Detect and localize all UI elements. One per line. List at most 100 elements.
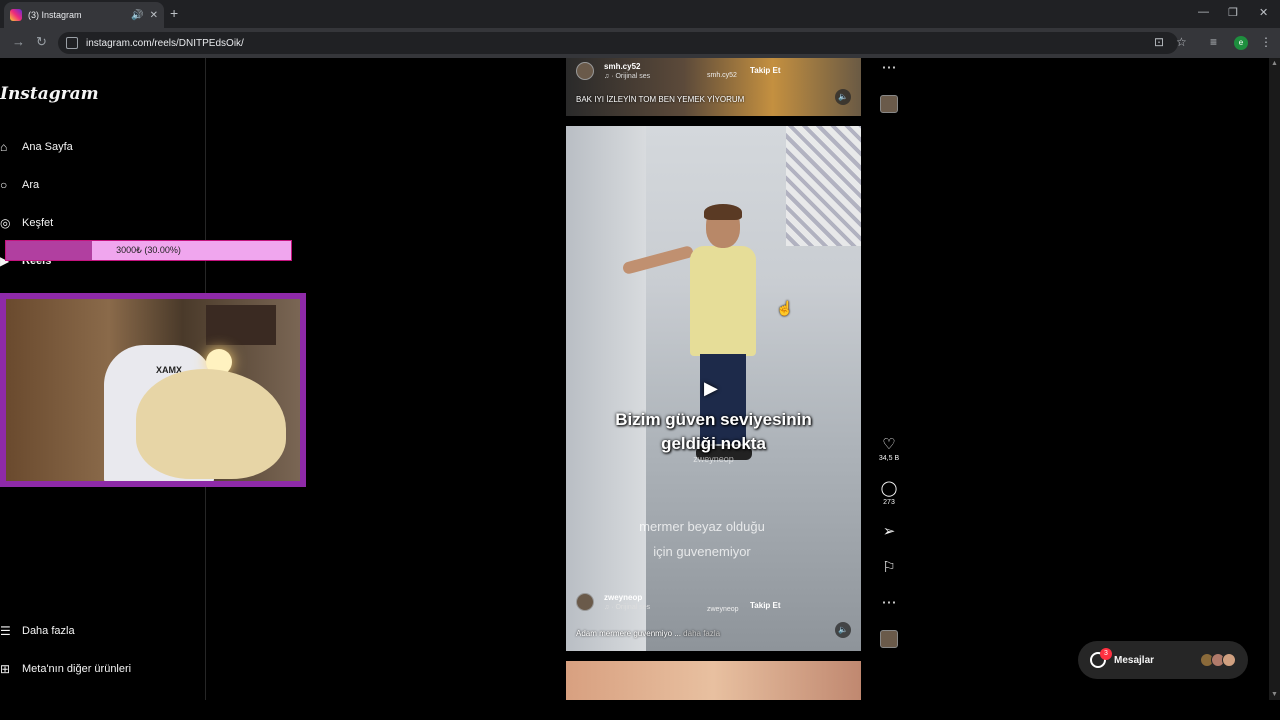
follow-button[interactable]: Takip Et bbox=[750, 66, 781, 75]
reload-icon[interactable]: ↻ bbox=[36, 34, 47, 50]
browser-menu-icon[interactable]: ⋮ bbox=[1260, 35, 1272, 49]
browser-tabbar: (3) Instagram 🔊 ✕ + — ❐ ✕ bbox=[0, 0, 1280, 28]
reel-author: smh.cy52 ♫ · Orijinal ses bbox=[576, 62, 650, 80]
home-icon: ⌂ bbox=[0, 140, 8, 154]
mute-icon[interactable]: 🔈 bbox=[835, 622, 851, 638]
streamer-figure bbox=[136, 369, 286, 479]
messenger-icon: 3 bbox=[1090, 648, 1112, 668]
more-options-icon[interactable]: ⋯ bbox=[876, 595, 902, 611]
media-controls-icon[interactable]: ≡ bbox=[1210, 35, 1217, 49]
bookmark-star-icon[interactable]: ☆ bbox=[1176, 35, 1187, 49]
like-button[interactable]: ♡ 34,5 B bbox=[876, 437, 902, 463]
forward-icon[interactable]: → bbox=[12, 34, 25, 49]
install-app-icon[interactable]: ⊡ bbox=[1154, 35, 1164, 49]
scroll-up-icon[interactable]: ▲ bbox=[1271, 60, 1278, 67]
messages-label: Mesajlar bbox=[1114, 654, 1155, 666]
site-info-icon[interactable] bbox=[66, 37, 78, 49]
audio-label-text: · Orijinal ses bbox=[611, 604, 651, 611]
profile-avatar[interactable]: e bbox=[1234, 36, 1248, 50]
video-caption-small: mermer beyaz olduğu için guvenemiyor bbox=[566, 514, 838, 564]
search-icon: ○ bbox=[0, 178, 8, 192]
messages-button[interactable]: 3 Mesajlar bbox=[1078, 641, 1248, 679]
message-avatars bbox=[1200, 653, 1236, 667]
audio-thumbnail[interactable] bbox=[880, 95, 898, 113]
audio-username: smh.cy52 bbox=[707, 72, 737, 79]
reel-description: Adam mermere guvenmiyo ... daha fazla bbox=[576, 629, 720, 638]
comment-icon: ◯ bbox=[880, 480, 898, 497]
menu-icon: ☰ bbox=[0, 624, 11, 638]
sidebar-item-label: Daha fazla bbox=[22, 625, 75, 637]
sidebar-item-more[interactable]: ☰ Daha fazla bbox=[0, 624, 75, 638]
share-button[interactable]: ➢ bbox=[876, 524, 902, 540]
instagram-logo[interactable]: Instagram bbox=[0, 84, 99, 104]
audio-playing-icon[interactable]: 🔊 bbox=[131, 10, 143, 21]
video-watermark: zweyneop bbox=[693, 454, 734, 464]
play-icon[interactable]: ▶ bbox=[704, 378, 718, 399]
goal-text: 3000₺ (30.00%) bbox=[116, 245, 181, 255]
reel-card-current[interactable]: ▶ Bizim güven seviyesinin geldiği nokta … bbox=[566, 126, 861, 651]
close-window-icon[interactable]: ✕ bbox=[1259, 6, 1268, 19]
url-bar[interactable]: instagram.com/reels/DNITPEdsOik/ bbox=[58, 32, 1178, 54]
messages-badge: 3 bbox=[1100, 648, 1112, 660]
avatar[interactable] bbox=[576, 593, 594, 611]
minimize-icon[interactable]: — bbox=[1198, 6, 1209, 18]
caption-small-line-1: mermer beyaz olduğu bbox=[639, 519, 765, 534]
bookmark-icon: ⚐ bbox=[882, 559, 896, 576]
like-count: 34,5 B bbox=[878, 455, 900, 462]
sidebar-item-label: Ara bbox=[22, 179, 40, 191]
meta-icon: ⊞ bbox=[0, 662, 11, 676]
hand-cursor-icon: ☝ bbox=[776, 300, 794, 316]
sidebar-item-label: Ana Sayfa bbox=[22, 141, 73, 153]
mute-icon[interactable]: 🔈 bbox=[835, 89, 851, 105]
instagram-favicon-icon bbox=[10, 9, 22, 21]
sidebar-item-label: Keşfet bbox=[22, 217, 54, 229]
avatar[interactable] bbox=[576, 62, 594, 80]
reel-card-next[interactable] bbox=[566, 661, 861, 700]
follow-button[interactable]: Takip Et bbox=[750, 601, 781, 610]
caption-line-2: geldiği nokta bbox=[661, 434, 766, 453]
reel-username[interactable]: smh.cy52 bbox=[604, 62, 650, 71]
lattice-window bbox=[786, 126, 861, 246]
page-scrollbar[interactable]: ▲ ▼ bbox=[1269, 58, 1280, 700]
donation-goal-bar: 3000₺ (30.00%) bbox=[5, 240, 292, 261]
send-icon: ➢ bbox=[882, 523, 896, 540]
wall-frames bbox=[206, 305, 276, 345]
reel-author: zweyneop ♫ · Orijinal ses bbox=[576, 593, 650, 611]
more-link[interactable]: daha fazla bbox=[683, 629, 720, 638]
sidebar-item-explore[interactable]: ◎ Keşfet bbox=[0, 216, 53, 230]
address-bar-row: → ↻ instagram.com/reels/DNITPEdsOik/ ⊡ ☆… bbox=[0, 28, 1280, 58]
sidebar-item-search[interactable]: ○ Ara bbox=[0, 178, 39, 192]
compass-icon: ◎ bbox=[0, 216, 11, 230]
sidebar-item-label: Meta'nın diğer ürünleri bbox=[22, 663, 132, 675]
scroll-down-icon[interactable]: ▼ bbox=[1271, 691, 1278, 698]
comment-count: 273 bbox=[883, 499, 895, 506]
reel-username[interactable]: zweyneop bbox=[604, 593, 650, 602]
reel-description: BAK IYI İZLEYİN TOM BEN YEMEK YİYORUM bbox=[576, 95, 745, 104]
subject-shirt bbox=[690, 246, 756, 356]
video-caption-large: Bizim güven seviyesinin geldiği nokta bbox=[566, 408, 861, 456]
reel-audio-label[interactable]: ♫ · Orijinal ses bbox=[604, 73, 650, 80]
audio-thumbnail[interactable] bbox=[880, 630, 898, 648]
avatar bbox=[1222, 653, 1236, 667]
description-text: Adam mermere guvenmiyo ... bbox=[576, 629, 681, 638]
subject-hair bbox=[704, 204, 742, 220]
new-tab-button[interactable]: + bbox=[170, 5, 178, 21]
audio-username: zweyneop bbox=[707, 606, 739, 613]
close-tab-icon[interactable]: ✕ bbox=[150, 10, 158, 21]
webcam-overlay: XAMX bbox=[0, 293, 306, 487]
tab-title: (3) Instagram bbox=[28, 10, 82, 20]
audio-label-text: · Orijinal ses bbox=[611, 73, 651, 80]
url-text: instagram.com/reels/DNITPEdsOik/ bbox=[86, 37, 244, 49]
save-button[interactable]: ⚐ bbox=[876, 560, 902, 576]
browser-tab[interactable]: (3) Instagram 🔊 ✕ bbox=[4, 2, 164, 28]
reel-card-previous[interactable]: smh.cy52 ♫ · Orijinal ses smh.cy52 Takip… bbox=[566, 58, 861, 116]
wall-background bbox=[566, 126, 646, 651]
more-options-icon[interactable]: ⋯ bbox=[876, 60, 902, 76]
sidebar-item-meta[interactable]: ⊞ Meta'nın diğer ürünleri bbox=[0, 662, 131, 676]
reel-audio-label[interactable]: ♫ · Orijinal ses bbox=[604, 604, 650, 611]
caption-small-line-2: için guvenemiyor bbox=[653, 544, 751, 559]
sidebar-item-home[interactable]: ⌂ Ana Sayfa bbox=[0, 140, 73, 154]
caption-line-1: Bizim güven seviyesinin bbox=[615, 410, 812, 429]
restore-icon[interactable]: ❐ bbox=[1228, 6, 1238, 19]
comment-button[interactable]: ◯ 273 bbox=[876, 480, 902, 507]
